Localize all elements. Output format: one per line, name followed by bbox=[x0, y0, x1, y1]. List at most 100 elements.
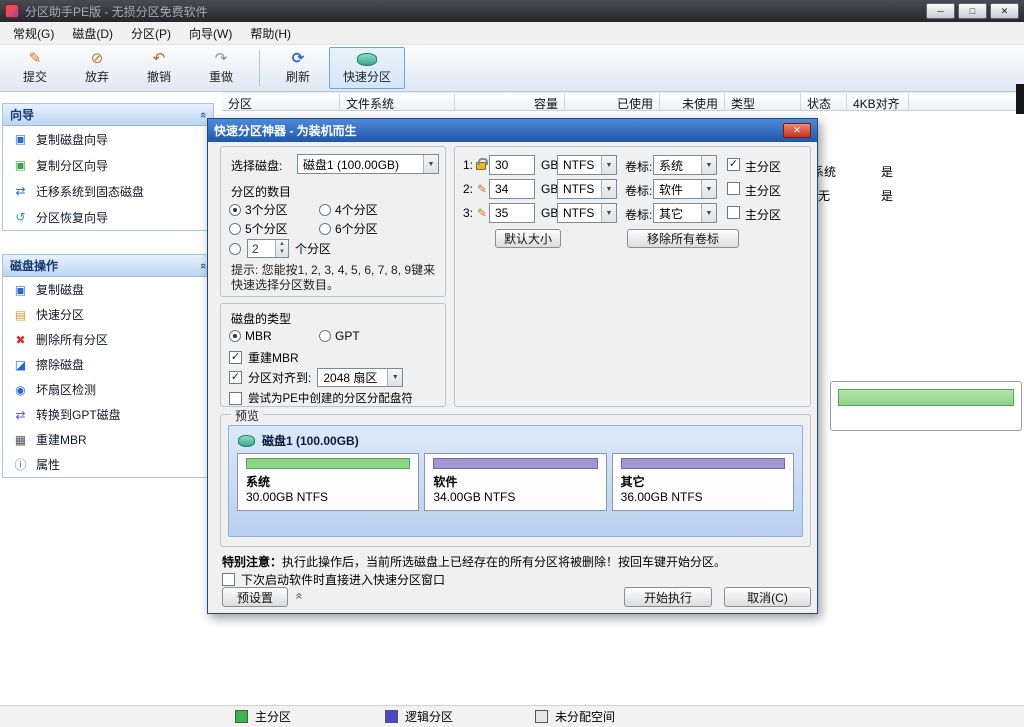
sidebar-item-properties[interactable]: ⓘ 属性 bbox=[3, 452, 213, 477]
preview-partition-other[interactable]: 其它 36.00GB NTFS bbox=[612, 453, 794, 511]
sidebar-item-copy-disk-wizard[interactable]: ▣ 复制磁盘向导 bbox=[3, 126, 213, 152]
column-header-type[interactable]: 类型 bbox=[725, 93, 801, 110]
chevron-down-icon: ▼ bbox=[601, 156, 616, 174]
column-header-4kb-aligned[interactable]: 4KB对齐 bbox=[847, 93, 909, 110]
pe-letter-checkbox[interactable] bbox=[229, 392, 242, 405]
filesystem-select[interactable]: NTFS ▼ bbox=[557, 179, 617, 199]
undo-button[interactable]: ↶ 撤销 bbox=[128, 47, 190, 89]
size-input[interactable]: 34 bbox=[489, 179, 535, 199]
cancel-button[interactable]: 取消(C) bbox=[724, 587, 811, 607]
align-select[interactable]: 2048 扇区 ▼ bbox=[317, 368, 403, 387]
volume-label-select[interactable]: 软件 ▼ bbox=[653, 179, 717, 199]
copy-disk-icon: ▣ bbox=[13, 132, 28, 146]
redo-button[interactable]: ↷ 重做 bbox=[190, 47, 252, 89]
default-size-button[interactable]: 默认大小 bbox=[495, 229, 561, 248]
align-checkbox[interactable]: ✓ bbox=[229, 371, 242, 384]
sidebar-item-rebuild-mbr[interactable]: ▦ 重建MBR bbox=[3, 427, 213, 452]
sidebar-item-migrate-os[interactable]: ⇄ 迁移系统到固态磁盘 bbox=[3, 178, 213, 204]
count-custom-spinner[interactable]: 2 ▲ ▼ bbox=[247, 239, 289, 258]
dialog-titlebar[interactable]: 快速分区神器 - 为装机而生 ✕ bbox=[208, 119, 817, 142]
check-icon: ✓ bbox=[231, 352, 240, 363]
size-input[interactable]: 35 bbox=[489, 203, 535, 223]
column-header-unused[interactable]: 未使用 bbox=[660, 93, 725, 110]
sidebar-item-partition-recovery[interactable]: ↺ 分区恢复向导 bbox=[3, 204, 213, 230]
column-header-partition[interactable]: 分区 bbox=[222, 93, 340, 110]
sidebar-item-label: 重建MBR bbox=[36, 431, 87, 448]
partition-name: 其它 bbox=[621, 473, 785, 490]
remove-all-labels-button[interactable]: 移除所有卷标 bbox=[627, 229, 739, 248]
primary-checkbox[interactable] bbox=[727, 206, 740, 219]
wizard-panel-header[interactable]: 向导 « bbox=[3, 104, 213, 126]
quick-partition-button[interactable]: 快速分区 bbox=[329, 47, 405, 89]
sidebar-item-copy-disk[interactable]: ▣ 复制磁盘 bbox=[3, 277, 213, 302]
sidebar-item-copy-partition-wizard[interactable]: ▣ 复制分区向导 bbox=[3, 152, 213, 178]
count-row-1: 3个分区 4个分区 bbox=[229, 201, 409, 218]
count-5-radio[interactable] bbox=[229, 223, 241, 235]
minimize-button[interactable]: ─ bbox=[926, 3, 955, 19]
size-input[interactable]: 30 bbox=[489, 155, 535, 175]
column-header-used[interactable]: 已使用 bbox=[565, 93, 660, 110]
preset-button[interactable]: 预设置 bbox=[222, 587, 288, 607]
disk-operations-panel-header[interactable]: 磁盘操作 « bbox=[3, 255, 213, 277]
sidebar-item-label: 迁移系统到固态磁盘 bbox=[36, 183, 144, 200]
menu-wizard[interactable]: 向导(W) bbox=[180, 22, 241, 45]
rebuild-mbr-icon: ▦ bbox=[13, 433, 28, 447]
count-3-radio[interactable] bbox=[229, 204, 241, 216]
sidebar-item-delete-all-partitions[interactable]: ✖ 删除所有分区 bbox=[3, 327, 213, 352]
count-6-radio[interactable] bbox=[319, 223, 331, 235]
refresh-button[interactable]: ⟳ 刷新 bbox=[267, 47, 329, 89]
sidebar-item-label: 擦除磁盘 bbox=[36, 356, 84, 373]
align-label: 分区对齐到: bbox=[248, 369, 311, 386]
spinner-down-icon[interactable]: ▼ bbox=[276, 248, 288, 256]
disk-select-label: 选择磁盘: bbox=[231, 157, 282, 174]
filesystem-select[interactable]: NTFS ▼ bbox=[557, 203, 617, 223]
sidebar-item-quick-partition[interactable]: ▤ 快速分区 bbox=[3, 302, 213, 327]
sidebar-item-convert-gpt[interactable]: ⇄ 转换到GPT磁盘 bbox=[3, 402, 213, 427]
menu-general[interactable]: 常规(G) bbox=[4, 22, 63, 45]
maximize-button[interactable]: □ bbox=[958, 3, 987, 19]
preview-partition-system[interactable]: 系统 30.00GB NTFS bbox=[237, 453, 419, 511]
primary-checkbox[interactable] bbox=[727, 182, 740, 195]
discard-label: 放弃 bbox=[85, 68, 109, 85]
next-start-checkbox[interactable] bbox=[222, 573, 235, 586]
partition-row-2: 2: ✎ 34 GB NTFS ▼ 卷标: 软件 ▼ 主分区 bbox=[455, 179, 810, 199]
spinner-up-icon[interactable]: ▲ bbox=[276, 240, 288, 248]
disk-select[interactable]: 磁盘1 (100.00GB) ▼ bbox=[297, 154, 439, 174]
disk-graph-partition-bar[interactable] bbox=[838, 389, 1014, 406]
legend-label: 逻辑分区 bbox=[405, 708, 453, 725]
menu-help[interactable]: 帮助(H) bbox=[241, 22, 300, 45]
mbr-radio[interactable] bbox=[229, 330, 241, 342]
preview-partition-software[interactable]: 软件 34.00GB NTFS bbox=[424, 453, 606, 511]
wizard-panel-title: 向导 bbox=[10, 106, 34, 123]
volume-label-select[interactable]: 系统 ▼ bbox=[653, 155, 717, 175]
count-custom-radio[interactable] bbox=[229, 243, 241, 255]
submit-label: 提交 bbox=[23, 68, 47, 85]
menu-partition[interactable]: 分区(P) bbox=[122, 22, 180, 45]
gpt-radio[interactable] bbox=[319, 330, 331, 342]
count-4-radio[interactable] bbox=[319, 204, 331, 216]
start-button[interactable]: 开始执行 bbox=[624, 587, 712, 607]
filesystem-select[interactable]: NTFS ▼ bbox=[557, 155, 617, 175]
submit-button[interactable]: ✎ 提交 bbox=[4, 47, 66, 89]
align-row: ✓ 分区对齐到: 2048 扇区 ▼ bbox=[229, 368, 403, 387]
primary-checkbox[interactable]: ✓ bbox=[727, 158, 740, 171]
dialog-close-button[interactable]: ✕ bbox=[783, 123, 811, 138]
disk-graph-box[interactable] bbox=[830, 381, 1022, 431]
size-value: 30 bbox=[495, 158, 508, 172]
column-header-capacity[interactable]: 容量 bbox=[455, 93, 565, 110]
rebuild-mbr-checkbox[interactable]: ✓ bbox=[229, 351, 242, 364]
discard-button[interactable]: ⊘ 放弃 bbox=[66, 47, 128, 89]
sidebar-item-label: 删除所有分区 bbox=[36, 331, 108, 348]
migrate-icon: ⇄ bbox=[13, 184, 28, 198]
close-button[interactable]: ✕ bbox=[990, 3, 1019, 19]
menu-disk[interactable]: 磁盘(D) bbox=[63, 22, 122, 45]
spinner-arrows[interactable]: ▲ ▼ bbox=[275, 240, 288, 257]
collapse-icon[interactable]: « bbox=[197, 111, 209, 117]
sidebar-item-bad-sector-test[interactable]: ◉ 坏扇区检测 bbox=[3, 377, 213, 402]
column-header-status[interactable]: 状态 bbox=[801, 93, 847, 110]
sidebar-item-wipe-disk[interactable]: ◪ 擦除磁盘 bbox=[3, 352, 213, 377]
column-header-filesystem[interactable]: 文件系统 bbox=[340, 93, 455, 110]
collapse-chevrons-icon[interactable]: « bbox=[292, 593, 306, 600]
sidebar-item-label: 转换到GPT磁盘 bbox=[36, 406, 121, 423]
volume-label-select[interactable]: 其它 ▼ bbox=[653, 203, 717, 223]
